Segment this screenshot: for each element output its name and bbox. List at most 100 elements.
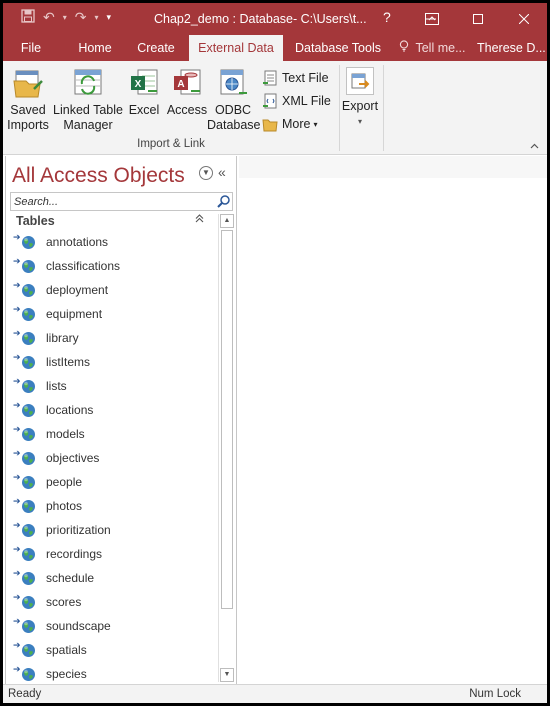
export-dropdown-icon[interactable]: ▾ [341,114,379,129]
nav-search-input[interactable] [11,193,214,210]
nav-vertical-scrollbar[interactable]: ▲ ▼ [218,214,234,682]
saved-imports-button[interactable]: Saved Imports [5,67,51,133]
text-file-icon [262,70,278,86]
tell-me-search[interactable]: Tell me... [399,35,466,61]
search-icon[interactable] [216,194,231,209]
more-button[interactable]: More ▾ [262,115,318,133]
redo-icon[interactable]: ↷ [75,9,87,26]
list-item[interactable]: ➔ soundscape [6,615,218,639]
svg-text:X: X [135,79,142,90]
customize-qat-icon[interactable]: ▾ [107,12,112,23]
maximize-button[interactable] [455,3,501,35]
odbc-database-button[interactable]: ODBC Database [207,67,261,133]
linked-table-globe-icon [21,571,36,586]
linked-table-arrow-icon: ➔ [13,232,21,242]
list-item[interactable]: ➔ spatials [6,639,218,663]
nav-pane-title[interactable]: All Access Objects [12,164,185,188]
linked-table-manager-button[interactable]: Linked Table Manager [53,67,123,133]
list-item[interactable]: ➔ people [6,471,218,495]
linked-table-arrow-icon: ➔ [13,616,21,626]
linked-table-globe-icon [21,259,36,274]
export-icon [346,67,374,95]
text-file-button[interactable]: Text File [262,69,329,87]
linked-table-globe-icon [21,643,36,658]
linked-table-arrow-icon: ➔ [13,496,21,506]
table-name: soundscape [46,619,111,633]
linked-table-arrow-icon: ➔ [13,472,21,482]
list-item[interactable]: ➔ prioritization [6,519,218,543]
tab-external-data[interactable]: External Data [189,35,283,61]
linked-table-globe-icon [21,547,36,562]
chevron-down-icon: ▾ [313,119,318,129]
list-item[interactable]: ➔ schedule [6,567,218,591]
linked-table-globe-icon [21,355,36,370]
quick-access-toolbar: ↶ ▾ ↷ ▾ ▾ [21,9,111,26]
access-window: ↶ ▾ ↷ ▾ ▾ Chap2_demo : Database- C:\User… [3,3,547,703]
shutter-bar-close-icon[interactable]: « [218,164,226,180]
xml-file-label: XML File [282,94,331,108]
user-account[interactable]: Therese D... [477,35,546,61]
undo-icon[interactable]: ↶ [43,9,55,26]
list-item[interactable]: ➔ objectives [6,447,218,471]
table-name: schedule [46,571,95,585]
list-item[interactable]: ➔ annotations [6,231,218,255]
nav-menu-chevron-icon[interactable]: ▼ [199,166,213,180]
list-item[interactable]: ➔ equipment [6,303,218,327]
workspace-tab-band [239,156,547,178]
linked-table-arrow-icon: ➔ [13,544,21,554]
table-name: scores [46,595,82,609]
table-name: listItems [46,355,91,369]
access-import-button[interactable]: A Access [165,67,209,118]
tab-file[interactable]: File [11,35,51,61]
list-item[interactable]: ➔ classifications [6,255,218,279]
table-name: photos [46,499,83,513]
list-item[interactable]: ➔ models [6,423,218,447]
list-item[interactable]: ➔ locations [6,399,218,423]
tab-database-tools[interactable]: Database Tools [293,35,383,61]
collapse-ribbon-icon[interactable] [530,141,539,152]
close-button[interactable] [501,3,547,35]
status-bar: Ready Num Lock [3,684,547,703]
saved-imports-icon [12,67,44,99]
table-name: lists [46,379,67,393]
list-item[interactable]: ➔ listItems [6,351,218,375]
scroll-thumb[interactable] [221,230,233,609]
linked-table-arrow-icon: ➔ [13,424,21,434]
tab-home[interactable]: Home [71,35,119,61]
undo-dropdown-icon[interactable]: ▾ [63,13,67,22]
help-button[interactable]: ? [383,9,391,25]
excel-import-button[interactable]: X Excel [125,67,163,118]
linked-table-globe-icon [21,619,36,634]
collapse-group-icon[interactable] [195,214,204,226]
list-item[interactable]: ➔ deployment [6,279,218,303]
export-button[interactable]: Export ▾ [341,67,379,129]
list-item[interactable]: ➔ recordings [6,543,218,567]
scroll-up-icon[interactable]: ▲ [220,214,234,228]
list-item[interactable]: ➔ photos [6,495,218,519]
linked-table-globe-icon [21,403,36,418]
scroll-down-icon[interactable]: ▼ [220,668,234,682]
odbc-label-1: ODBC [214,103,252,117]
xml-file-button[interactable]: XML File [262,92,331,110]
saved-imports-label-2: Imports [7,118,49,132]
redo-dropdown-icon[interactable]: ▾ [94,13,98,22]
tab-create[interactable]: Create [131,35,181,61]
ribbon-panel: Saved Imports Linked Table Manager X Exc… [3,61,547,155]
minimize-button[interactable] [411,3,451,35]
save-icon[interactable] [21,9,35,26]
list-item[interactable]: ➔ scores [6,591,218,615]
linked-table-arrow-icon: ➔ [13,280,21,290]
linked-table-arrow-icon: ➔ [13,640,21,650]
xml-file-icon [262,93,278,109]
more-icon [262,116,278,132]
more-label: More [282,117,311,131]
document-workspace [239,156,547,684]
tell-me-label: Tell me... [415,41,466,55]
tables-group-header[interactable]: Tables [16,214,55,228]
group-separator [339,65,340,151]
list-item[interactable]: ➔ lists [6,375,218,399]
table-name: annotations [46,235,109,249]
linked-table-arrow-icon: ➔ [13,304,21,314]
list-item[interactable]: ➔ library [6,327,218,351]
linked-table-arrow-icon: ➔ [13,568,21,578]
